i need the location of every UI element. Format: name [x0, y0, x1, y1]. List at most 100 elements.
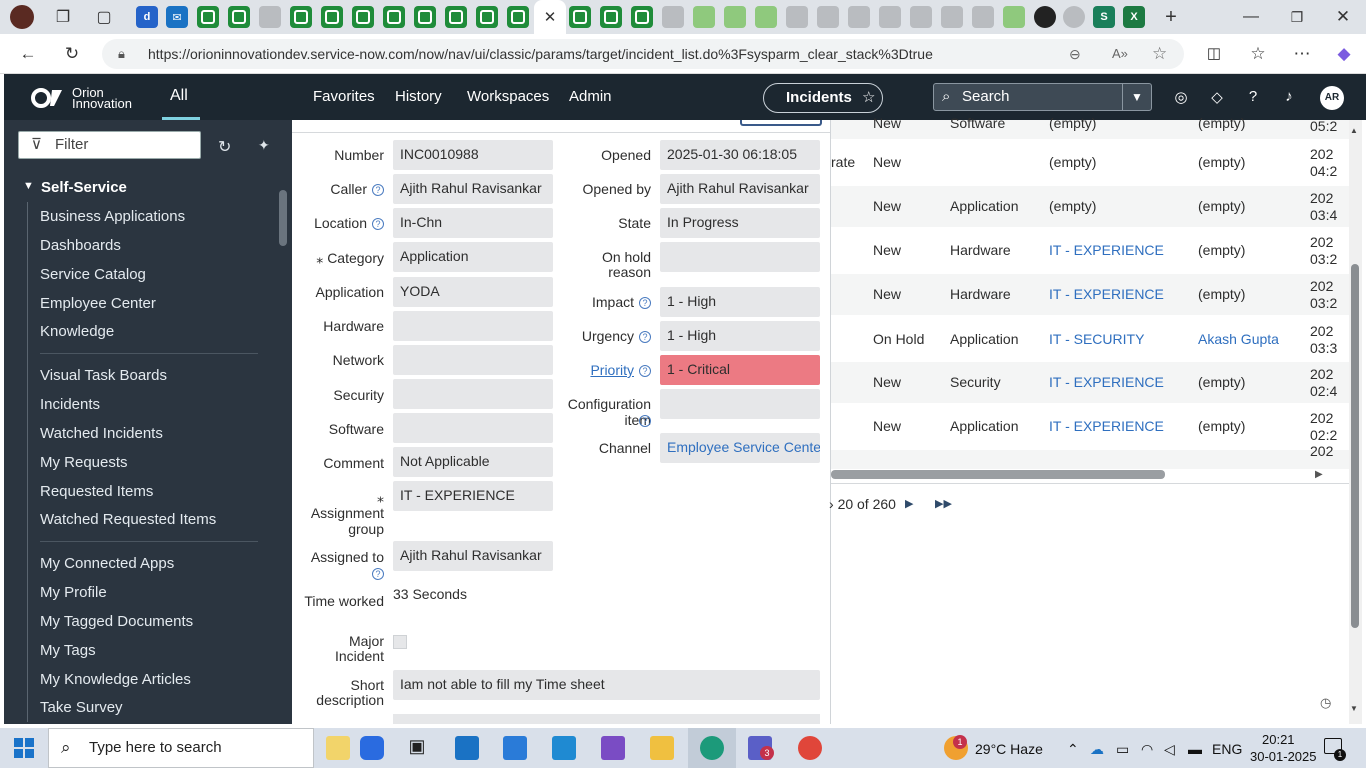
help-icon[interactable]: ? [639, 365, 651, 377]
opened-by-field[interactable]: Ajith Rahul Ravisankar [660, 174, 820, 204]
tab-page-icon[interactable] [724, 6, 746, 28]
sidebar-item-dashboards[interactable]: Dashboards [40, 237, 121, 254]
category-field[interactable]: Application [393, 242, 553, 272]
global-search-input[interactable]: ⌕ Search [933, 83, 1123, 111]
hardware-field[interactable] [393, 311, 553, 341]
tab-actions-icon[interactable]: ▢ [93, 6, 115, 28]
lock-icon[interactable]: 🔒︎ [118, 39, 125, 69]
taskbar-app-icon[interactable] [360, 736, 384, 760]
tab-page-icon[interactable] [693, 6, 715, 28]
restore-icon[interactable]: ❐ [1286, 6, 1308, 28]
help-icon[interactable]: ? [639, 297, 651, 309]
battery-icon[interactable]: ▬ [1188, 741, 1202, 757]
search-scope-dropdown[interactable]: ▼ [1122, 83, 1152, 111]
taskbar-visual-studio-icon[interactable] [601, 736, 625, 760]
globe-icon[interactable]: ◎ [1171, 88, 1191, 106]
sidebar-item-my-profile[interactable]: My Profile [40, 584, 107, 601]
location-field[interactable]: In-Chn [393, 208, 553, 238]
vertical-scrollbar-thumb[interactable] [1351, 264, 1359, 628]
taskbar-vscode-icon[interactable] [552, 736, 576, 760]
help-icon[interactable]: ? [372, 568, 384, 580]
sidebar-item-business-applications[interactable]: Business Applications [40, 208, 185, 225]
scroll-up-icon[interactable]: ▲ [1350, 126, 1358, 135]
sidebar-item-watched-requested-items[interactable]: Watched Requested Items [40, 511, 216, 528]
pin-icon[interactable]: ✦ [258, 137, 270, 154]
favorites-icon[interactable]: ☆ [1246, 43, 1270, 67]
tab-outlook-icon[interactable]: ✉ [166, 6, 188, 28]
help-icon[interactable]: ? [639, 331, 651, 343]
taskbar-mail-icon[interactable] [455, 736, 479, 760]
tab-servicenow-icon[interactable] [817, 6, 839, 28]
sidebar-scrollbar-thumb[interactable] [279, 190, 287, 246]
favorite-star-icon[interactable]: ☆ [862, 89, 875, 106]
cell-assignment-group[interactable]: IT - EXPERIENCE [1049, 286, 1164, 302]
tab-servicenow-icon[interactable] [910, 6, 932, 28]
caller-field[interactable]: Ajith Rahul Ravisankar [393, 174, 553, 204]
last-page-icon[interactable]: ▶▶ [935, 497, 952, 510]
tab-servicenow-icon[interactable] [631, 6, 653, 28]
sidebar-item-my-connected-apps[interactable]: My Connected Apps [40, 555, 174, 572]
cell-assignment-group[interactable]: IT - EXPERIENCE [1049, 242, 1164, 258]
next-page-icon[interactable]: ▶ [905, 497, 913, 510]
chat-icon[interactable]: ◇ [1207, 88, 1227, 106]
tab-servicenow-icon[interactable] [941, 6, 963, 28]
tab-servicenow-icon[interactable] [786, 6, 808, 28]
language-indicator[interactable]: ENG [1212, 741, 1242, 757]
tab-servicenow-icon[interactable] [600, 6, 622, 28]
channel-field[interactable]: Employee Service Center [660, 433, 820, 463]
tab-page-icon[interactable] [1003, 6, 1025, 28]
section-self-service[interactable]: Self-Service [41, 179, 127, 196]
task-view-icon[interactable]: ▣ [405, 736, 429, 760]
cell-assignment-group[interactable]: IT - EXPERIENCE [1049, 418, 1164, 434]
cell-assignment-group[interactable]: IT - EXPERIENCE [1049, 374, 1164, 390]
application-field[interactable]: YODA [393, 277, 553, 307]
clock-time[interactable]: 20:21 [1262, 732, 1295, 747]
favorite-star-icon[interactable]: ☆ [1152, 39, 1167, 69]
sidebar-item-watched-incidents[interactable]: Watched Incidents [40, 425, 163, 442]
tab-servicenow-icon[interactable] [507, 6, 529, 28]
minimize-icon[interactable]: — [1240, 6, 1262, 28]
major-incident-checkbox[interactable] [393, 635, 407, 649]
back-icon[interactable]: ← [16, 43, 40, 67]
sidebar-item-my-requests[interactable]: My Requests [40, 454, 128, 471]
on-hold-reason-field[interactable] [660, 242, 820, 272]
user-avatar[interactable]: AR [1320, 86, 1344, 110]
split-screen-icon[interactable]: ◫ [1202, 43, 1226, 67]
sidebar-item-employee-center[interactable]: Employee Center [40, 295, 156, 312]
zoom-icon[interactable]: ⊖ [1069, 39, 1081, 69]
network-field[interactable] [393, 345, 553, 375]
assignment-group-field[interactable]: IT - EXPERIENCE [393, 481, 553, 511]
navigator-filter-input[interactable]: ⊽ Filter [18, 131, 201, 159]
tab-github-icon[interactable] [1034, 6, 1056, 28]
chevron-down-icon[interactable]: ▼ [23, 180, 34, 192]
tab-d-icon[interactable]: d [136, 6, 158, 28]
collections-icon[interactable]: ❐ [52, 6, 74, 28]
sidebar-item-visual-task-boards[interactable]: Visual Task Boards [40, 367, 167, 384]
tab-sharepoint-icon[interactable]: S [1093, 6, 1115, 28]
cell-assigned-to[interactable]: Akash Gupta [1198, 331, 1279, 347]
priority-link[interactable]: Priority [590, 362, 634, 378]
clock-date[interactable]: 30-01-2025 [1250, 749, 1317, 764]
tab-page-icon[interactable] [755, 6, 777, 28]
context-pill[interactable]: Incidents ☆ [763, 83, 883, 113]
windows-start-icon[interactable] [14, 738, 34, 758]
tab-servicenow-icon[interactable] [321, 6, 343, 28]
new-tab-icon[interactable]: + [1160, 6, 1182, 28]
urgency-field[interactable]: 1 - High [660, 321, 820, 351]
number-field[interactable]: INC0010988 [393, 140, 553, 170]
active-tab-close-icon[interactable]: ✕ [534, 0, 566, 34]
nav-workspaces[interactable]: Workspaces [467, 88, 549, 105]
sidebar-item-requested-items[interactable]: Requested Items [40, 483, 153, 500]
sidebar-item-incidents[interactable]: Incidents [40, 396, 100, 413]
sidebar-item-my-tagged-documents[interactable]: My Tagged Documents [40, 613, 193, 630]
taskbar-widget-icon[interactable] [326, 736, 350, 760]
sidebar-item-my-knowledge-articles[interactable]: My Knowledge Articles [40, 671, 191, 688]
comment-field[interactable]: Not Applicable [393, 447, 553, 477]
tab-servicenow-icon[interactable] [879, 6, 901, 28]
form-button-partial[interactable] [740, 120, 822, 126]
help-icon[interactable]: ? [639, 415, 651, 427]
tab-servicenow-icon[interactable] [414, 6, 436, 28]
nav-favorites[interactable]: Favorites [313, 88, 375, 105]
tray-overflow-icon[interactable]: ⌃ [1067, 741, 1079, 758]
clock-icon[interactable]: ◷ [1320, 695, 1331, 711]
